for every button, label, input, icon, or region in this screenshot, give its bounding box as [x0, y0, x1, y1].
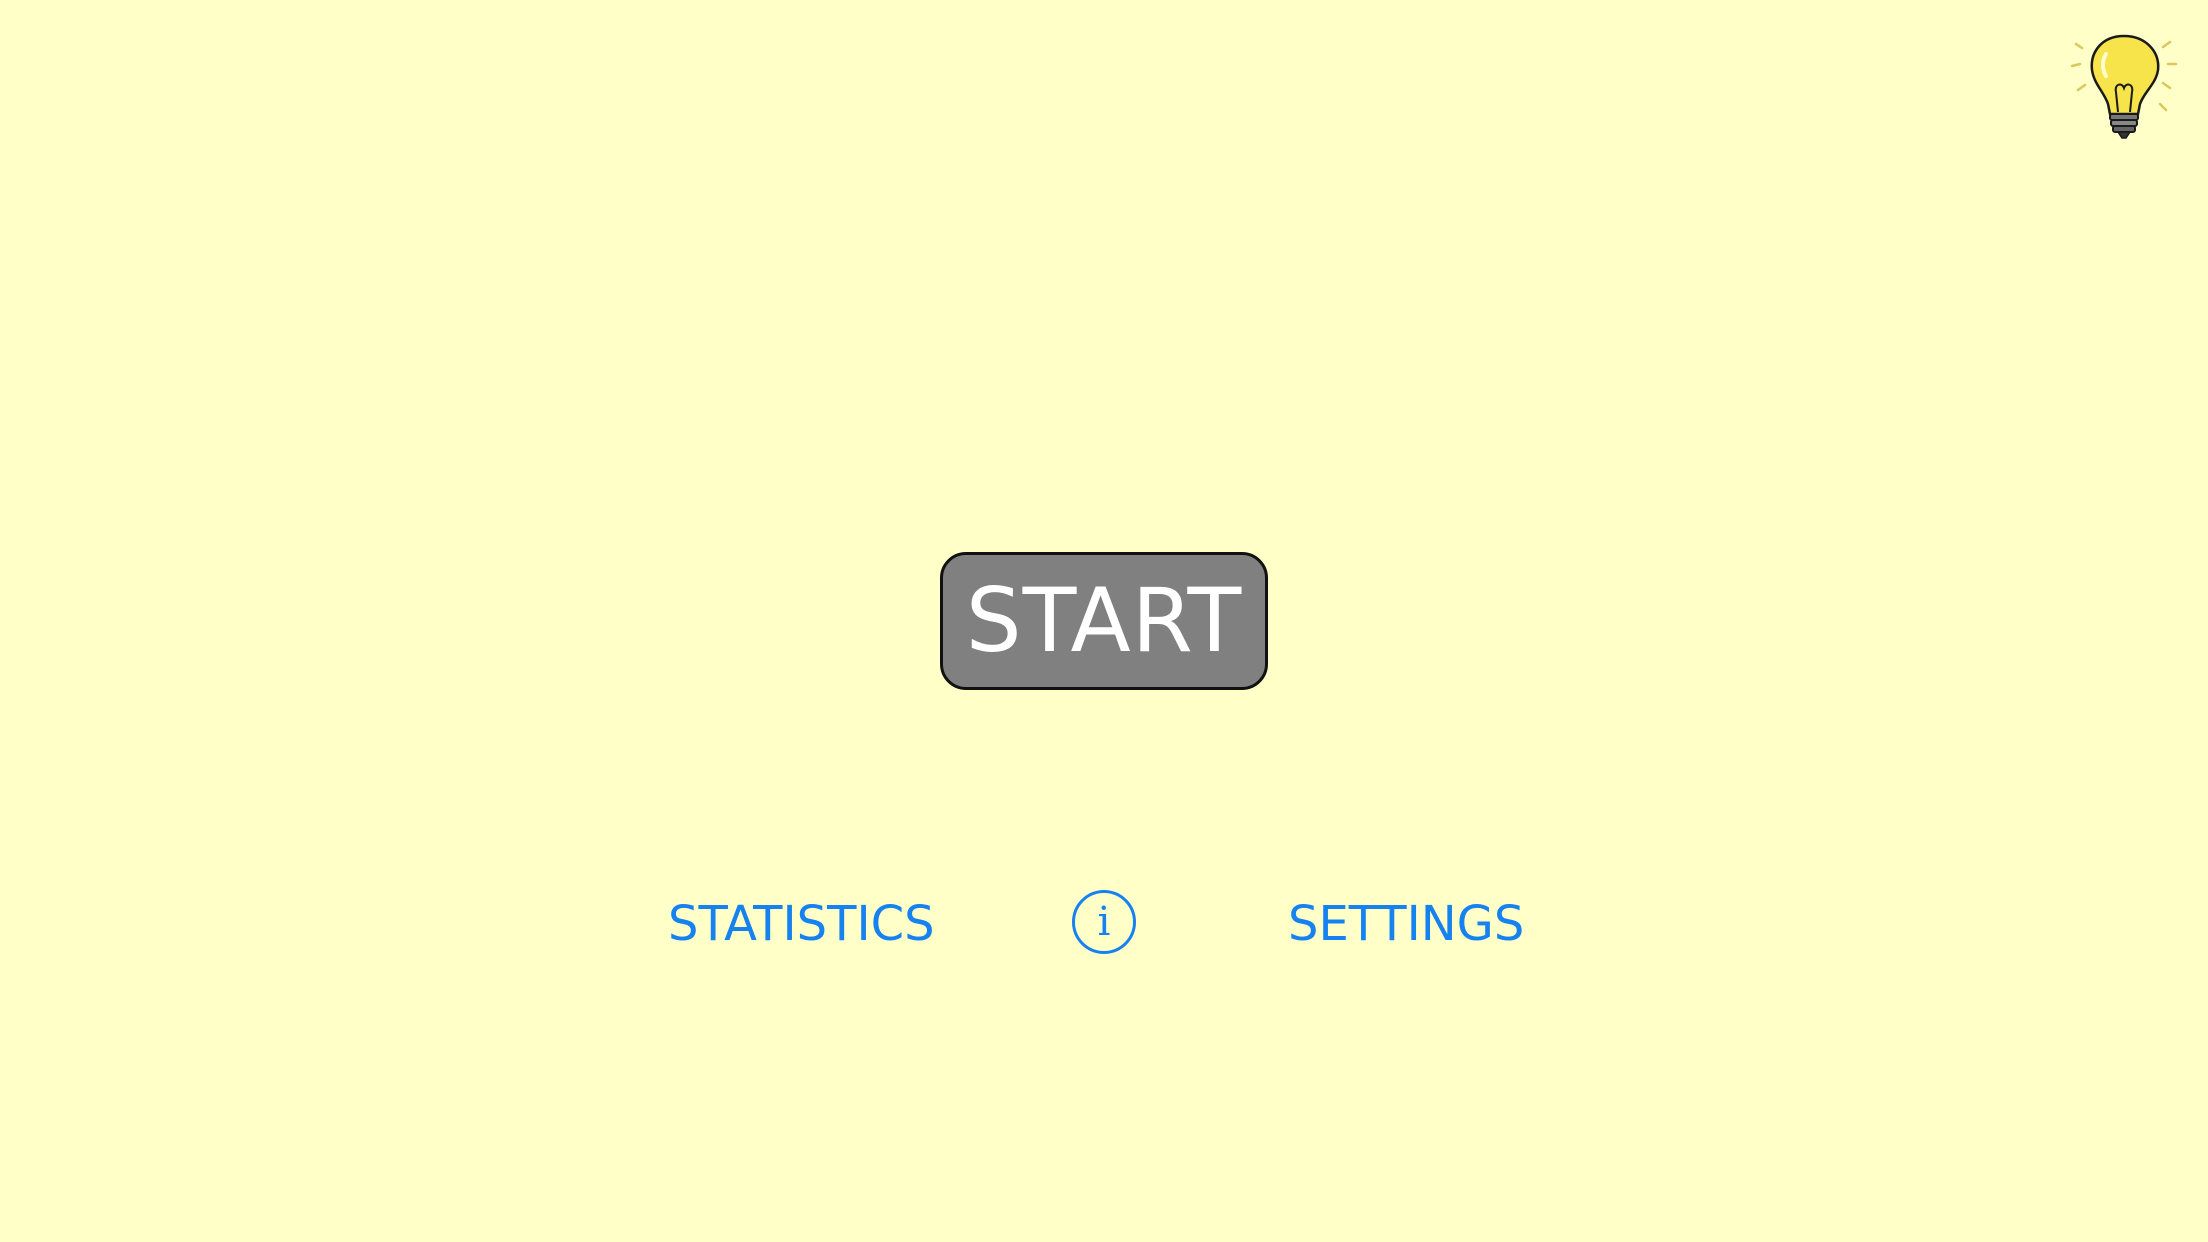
settings-link[interactable]: SETTINGS [1288, 894, 1524, 954]
info-icon: i [1072, 890, 1136, 954]
main-menu-screen: START STATISTICS i SETTINGS [0, 0, 2208, 1242]
info-glyph: i [1098, 899, 1111, 945]
info-button[interactable]: i [1071, 889, 1137, 955]
lightbulb-icon[interactable] [2066, 28, 2182, 148]
start-button[interactable]: START [940, 552, 1268, 690]
statistics-link[interactable]: STATISTICS [668, 894, 935, 954]
